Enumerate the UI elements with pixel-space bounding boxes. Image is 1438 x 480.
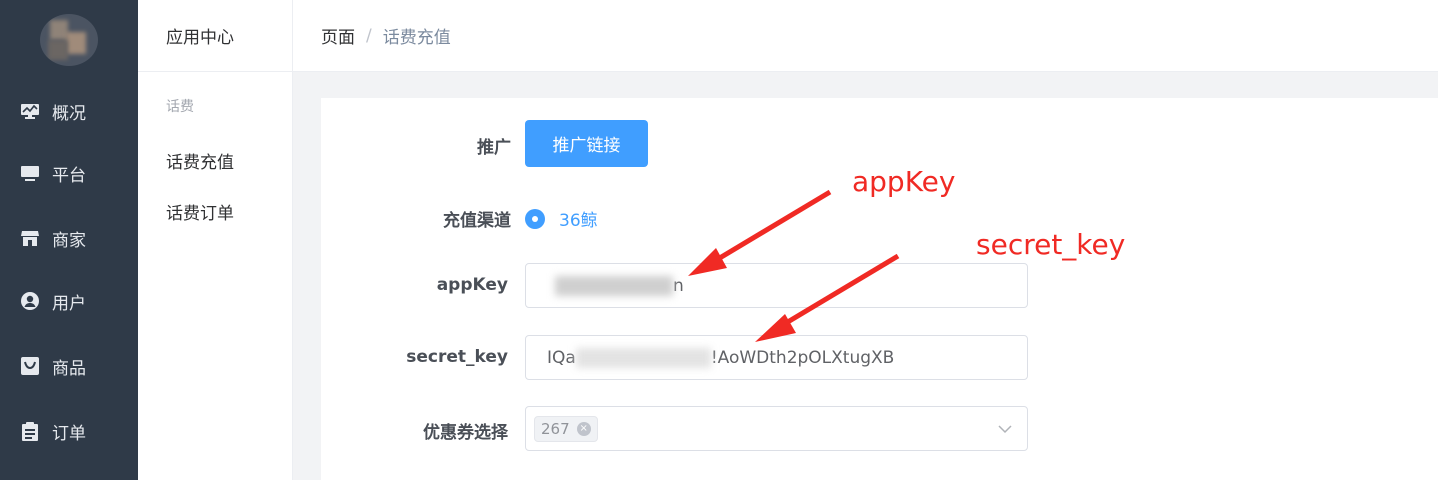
secret-key-suffix: !AoWDth2pOLXtugXB [710,347,895,368]
appkey-input[interactable]: n [525,263,1028,308]
submenu-group-label: 话费 [166,99,194,115]
sidebar-item-user[interactable]: 用户 [0,281,138,321]
appkey-value-suffix: n [673,275,684,296]
close-circle-icon[interactable]: × [576,421,591,436]
channel-radio[interactable]: 36鲸 [525,206,598,231]
redacted-blur [555,275,673,296]
sidebar-item-label: 概况 [52,103,86,124]
annotation-secret-key: secret_key [976,228,1126,261]
order-icon [20,421,40,441]
sidebar-item-label: 订单 [52,423,86,444]
main-sidebar: 概况 平台 商家 用户 商品 订单 [0,0,138,480]
coupon-tag-label: 267 [541,419,570,438]
sidebar-item-label: 商品 [52,358,86,379]
appkey-label: appKey [436,275,508,295]
breadcrumb-current: 话费充值 [382,28,451,48]
coupon-label: 优惠券选择 [423,423,508,443]
channel-option-label: 36鲸 [559,211,598,231]
annotation-appkey: appKey [852,165,956,198]
coupon-tag: 267 × [534,415,598,442]
secret-key-label: secret_key [406,347,508,367]
sidebar-item-label: 商家 [52,230,86,251]
breadcrumb-home[interactable]: 页面 [321,23,355,48]
breadcrumb: 页面 / 话费充值 [293,0,1438,72]
sidebar-item-overview[interactable]: 概况 [0,91,138,131]
secret-key-input[interactable]: IQa !AoWDth2pOLXtugXB [525,335,1028,380]
user-icon [20,291,40,311]
redacted-blur [575,347,711,368]
secret-key-prefix: IQa [547,347,576,368]
main-content: 推广 推广链接 充值渠道 36鲸 appKey n secret_key IQa… [293,72,1438,480]
form-card: 推广 推广链接 充值渠道 36鲸 appKey n secret_key IQa… [321,98,1438,480]
avatar[interactable] [40,14,98,66]
sidebar-item-platform[interactable]: 平台 [0,153,138,193]
promote-link-button[interactable]: 推广链接 [525,120,648,167]
sidebar-item-label: 用户 [52,293,86,314]
submenu-item-recharge[interactable]: 话费充值 [138,148,234,173]
submenu-item-orders[interactable]: 话费订单 [138,199,234,224]
sidebar-item-merchant[interactable]: 商家 [0,218,138,258]
chevron-down-icon[interactable] [997,421,1013,437]
promote-label: 推广 [477,138,511,158]
secondary-menu: 应用中心 话费 话费充值 话费订单 [138,0,293,480]
sidebar-item-order[interactable]: 订单 [0,411,138,451]
sidebar-item-product[interactable]: 商品 [0,346,138,386]
sidebar-item-label: 平台 [52,165,86,186]
coupon-select[interactable]: 267 × [525,406,1028,451]
dashboard-icon [20,101,40,121]
radio-checked-icon [525,208,545,229]
breadcrumb-separator: / [366,25,372,46]
monitor-icon [20,163,40,183]
store-icon [20,228,40,248]
channel-label: 充值渠道 [443,211,511,231]
product-icon [20,356,40,376]
submenu-title: 应用中心 [138,0,292,72]
